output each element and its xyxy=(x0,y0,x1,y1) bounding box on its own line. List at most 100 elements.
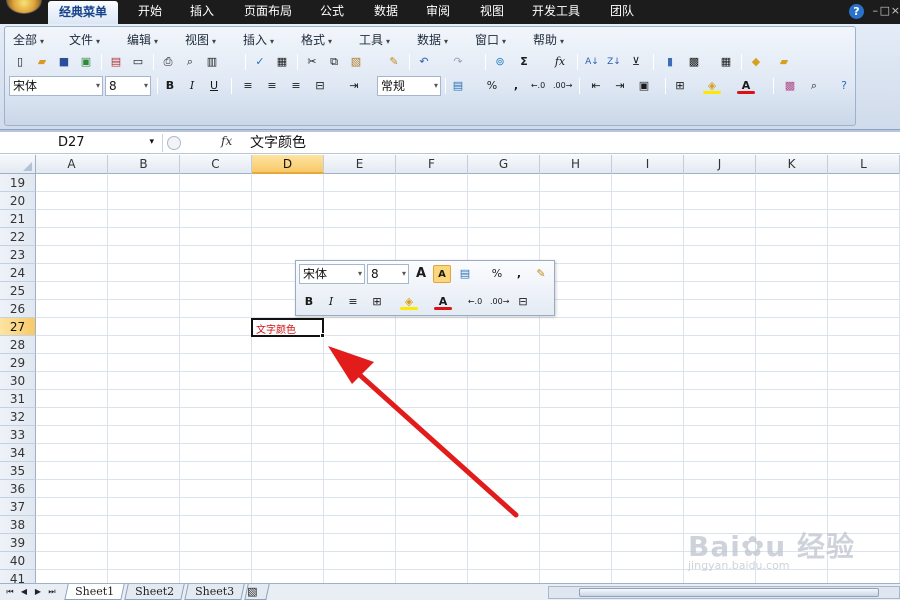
sheet-tab-1[interactable]: Sheet1 xyxy=(64,584,125,600)
new-file-icon[interactable]: ▯ xyxy=(11,53,29,71)
cell-style-icon[interactable]: ▣ xyxy=(635,77,653,95)
sheet-tab-3[interactable]: Sheet3 xyxy=(184,584,245,600)
hyperlink-icon[interactable]: ⊚ xyxy=(491,53,509,71)
tab-classic-menu[interactable]: 经典菜单 xyxy=(48,1,118,25)
next-sheet-icon[interactable]: ▶ xyxy=(32,586,44,598)
row-header-20[interactable]: 20 xyxy=(0,192,36,210)
column-header-k[interactable]: K xyxy=(756,155,828,174)
comma-button[interactable]: , xyxy=(507,77,525,95)
tab-page-layout[interactable]: 页面布局 xyxy=(236,0,300,24)
menu-view[interactable]: 视图 ▾ xyxy=(185,31,216,49)
filter-icon[interactable]: ⊻ xyxy=(627,53,645,71)
menu-tools[interactable]: 工具 ▾ xyxy=(359,31,390,49)
wrap-text-icon[interactable]: ⇥ xyxy=(345,77,363,95)
shrink-font-button[interactable]: A xyxy=(433,265,451,283)
menu-help[interactable]: 帮助 ▾ xyxy=(533,31,564,49)
number-format-combo[interactable]: 常规 ▾ xyxy=(377,76,441,96)
worksheet-grid[interactable] xyxy=(36,174,900,584)
percent-button[interactable]: % xyxy=(483,77,501,95)
italic-button[interactable]: I xyxy=(183,77,201,95)
chart-icon[interactable]: ▮ xyxy=(661,53,679,71)
column-header-f[interactable]: F xyxy=(396,155,468,174)
mini-percent-button[interactable]: % xyxy=(488,265,506,283)
tab-formulas[interactable]: 公式 xyxy=(310,0,354,24)
open-folder-icon[interactable]: ▰ xyxy=(33,53,51,71)
column-header-g[interactable]: G xyxy=(468,155,540,174)
font-name-combo[interactable]: 宋体 ▾ xyxy=(9,76,103,96)
tab-view[interactable]: 视图 xyxy=(470,0,514,24)
help-icon[interactable]: ? xyxy=(849,4,864,19)
cut-icon[interactable]: ✂ xyxy=(303,53,321,71)
tab-team[interactable]: 团队 xyxy=(600,0,644,24)
column-header-a[interactable]: A xyxy=(36,155,108,174)
font-size-combo[interactable]: 8 ▾ xyxy=(105,76,151,96)
tab-home[interactable]: 开始 xyxy=(128,0,172,24)
row-header-24[interactable]: 24 xyxy=(0,264,36,282)
formula-cancel-icon[interactable] xyxy=(167,136,181,150)
research-icon[interactable]: ▥ xyxy=(203,53,221,71)
row-header-21[interactable]: 21 xyxy=(0,210,36,228)
menu-insert[interactable]: 插入 ▾ xyxy=(243,31,274,49)
tab-insert[interactable]: 插入 xyxy=(180,0,224,24)
column-header-d[interactable]: D xyxy=(252,155,324,174)
menu-data[interactable]: 数据 ▾ xyxy=(417,31,448,49)
print-icon[interactable]: ⎙ xyxy=(159,53,177,71)
sort-ascending-icon[interactable]: A↓ xyxy=(583,53,601,71)
redo-icon[interactable]: ↷ xyxy=(449,53,467,71)
first-sheet-icon[interactable]: ⏮ xyxy=(4,586,16,598)
copy-icon[interactable]: ⧉ xyxy=(325,53,343,71)
row-header-19[interactable]: 19 xyxy=(0,174,36,192)
minimize-ribbon-icon[interactable]: – xyxy=(873,4,879,17)
row-header-23[interactable]: 23 xyxy=(0,246,36,264)
align-center-icon[interactable]: ≡ xyxy=(263,77,281,95)
increase-indent-icon[interactable]: ⇥ xyxy=(611,77,629,95)
insert-function-icon[interactable]: fx xyxy=(551,53,569,71)
menu-window[interactable]: 窗口 ▾ xyxy=(475,31,506,49)
mini-bold-button[interactable]: B xyxy=(300,293,318,311)
column-header-h[interactable]: H xyxy=(540,155,612,174)
menu-all[interactable]: 全部 ▾ xyxy=(13,31,44,49)
row-header-35[interactable]: 35 xyxy=(0,462,36,480)
mini-format-painter-icon[interactable]: ✎ xyxy=(532,265,550,283)
paste-icon[interactable]: ▧ xyxy=(347,53,365,71)
mini-merge-center-icon[interactable]: ⊟ xyxy=(514,293,532,311)
restore-window-icon[interactable]: □ xyxy=(880,4,890,17)
tab-data[interactable]: 数据 xyxy=(364,0,408,24)
active-cell-d27[interactable]: 文字颜色 xyxy=(251,318,324,337)
column-header-i[interactable]: I xyxy=(612,155,684,174)
menu-format[interactable]: 格式 ▾ xyxy=(301,31,332,49)
row-header-31[interactable]: 31 xyxy=(0,390,36,408)
row-header-25[interactable]: 25 xyxy=(0,282,36,300)
macro-icon[interactable]: ◆ xyxy=(747,53,765,71)
pdf-icon[interactable]: ▤ xyxy=(107,53,125,71)
research-book-icon[interactable]: ▦ xyxy=(273,53,291,71)
prev-sheet-icon[interactable]: ◀ xyxy=(18,586,30,598)
zoom-icon[interactable]: ⌕ xyxy=(805,77,823,95)
tab-developer[interactable]: 开发工具 xyxy=(524,0,588,24)
row-header-37[interactable]: 37 xyxy=(0,498,36,516)
align-left-icon[interactable]: ≡ xyxy=(239,77,257,95)
decrease-decimal-icon[interactable]: .00→ xyxy=(553,77,572,95)
column-header-l[interactable]: L xyxy=(828,155,900,174)
print-preview-icon[interactable]: ⌕ xyxy=(181,53,199,71)
mini-italic-button[interactable]: I xyxy=(322,293,340,311)
row-header-36[interactable]: 36 xyxy=(0,480,36,498)
folder-icon[interactable]: ▰ xyxy=(775,53,793,71)
column-header-b[interactable]: B xyxy=(108,155,180,174)
sort-descending-icon[interactable]: Z↓ xyxy=(605,53,623,71)
underline-button[interactable]: U xyxy=(205,77,223,95)
pivot-icon[interactable]: ▩ xyxy=(685,53,703,71)
mini-comma-button[interactable]: , xyxy=(510,265,528,283)
insert-sheet-icon[interactable]: ▧ xyxy=(244,584,270,600)
row-header-33[interactable]: 33 xyxy=(0,426,36,444)
mini-increase-decimal-icon[interactable]: ←.0 xyxy=(466,293,484,311)
decrease-indent-icon[interactable]: ⇤ xyxy=(587,77,605,95)
grow-font-button[interactable]: A xyxy=(412,265,430,283)
insert-function-button[interactable]: fx xyxy=(221,134,232,148)
merge-center-icon[interactable]: ⊟ xyxy=(311,77,329,95)
row-header-30[interactable]: 30 xyxy=(0,372,36,390)
row-header-28[interactable]: 28 xyxy=(0,336,36,354)
horizontal-scrollbar[interactable] xyxy=(548,586,900,599)
row-header-26[interactable]: 26 xyxy=(0,300,36,318)
column-header-c[interactable]: C xyxy=(180,155,252,174)
